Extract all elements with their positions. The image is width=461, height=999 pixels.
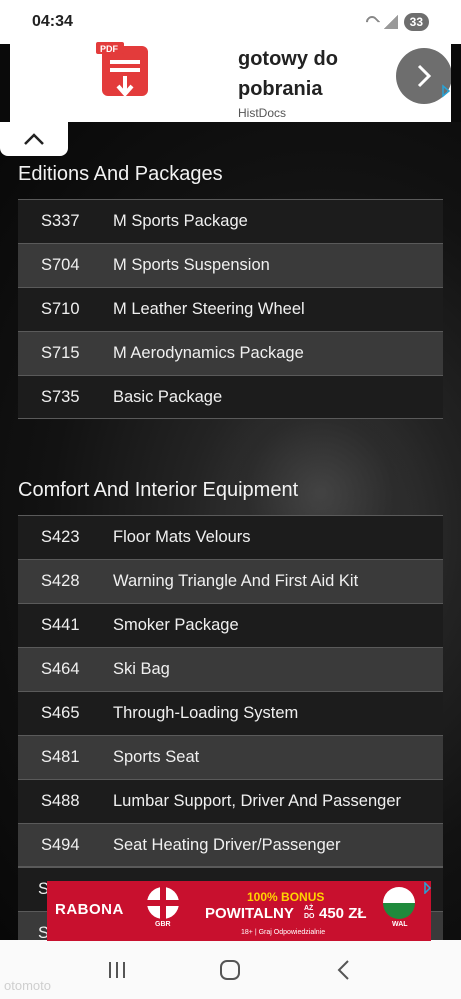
option-code: S441: [41, 616, 80, 634]
ad-upto-line1: AŻ: [304, 905, 314, 912]
option-name: Ski Bag: [113, 660, 170, 678]
table-row[interactable]: S710 M Leather Steering Wheel: [18, 287, 443, 331]
option-code: S428: [41, 572, 80, 590]
ad-legal-text: 18+ | Graj Odpowiedzialnie: [241, 929, 326, 936]
option-name: Lumbar Support, Driver And Passenger: [113, 792, 401, 810]
option-name: Seat Heating Driver/Passenger: [113, 835, 341, 854]
section-title-editions: Editions And Packages: [18, 163, 223, 185]
ad-upto-text: AŻ DO: [304, 905, 315, 921]
option-name: M Sports Suspension: [113, 256, 270, 274]
table-row[interactable]: S494 Seat Heating Driver/Passenger: [18, 823, 443, 867]
flag-wal-icon: [383, 887, 415, 919]
collapse-tab[interactable]: [0, 122, 68, 156]
signal-icon: [383, 15, 398, 29]
ad-choices-icon[interactable]: [441, 84, 451, 98]
table-row[interactable]: S481 Sports Seat: [18, 735, 443, 779]
option-code: S337: [41, 212, 80, 230]
section-title-comfort: Comfort And Interior Equipment: [18, 479, 299, 501]
battery-badge: 33: [403, 13, 429, 31]
table-row[interactable]: S715 M Aerodynamics Package: [18, 331, 443, 375]
option-code: S710: [41, 300, 80, 318]
pdf-icon: PDF: [96, 42, 148, 98]
bottom-ad-banner[interactable]: RABONA GBR 100% BONUS POWITALNY AŻ DO 450…: [47, 881, 431, 941]
flag-gbr-icon: [147, 887, 179, 919]
back-icon[interactable]: [333, 959, 355, 981]
option-name: M Aerodynamics Package: [113, 344, 304, 362]
option-name: Smoker Package: [113, 616, 239, 634]
table-row[interactable]: S337 M Sports Package: [18, 199, 443, 243]
table-row[interactable]: S704 M Sports Suspension: [18, 243, 443, 287]
chevron-right-icon: [417, 64, 432, 88]
recent-apps-icon[interactable]: [106, 961, 128, 979]
ad-upto-line2: DO: [304, 913, 315, 920]
option-code: S715: [41, 344, 80, 362]
option-code: S488: [41, 792, 80, 810]
table-row[interactable]: S428 Warning Triangle And First Aid Kit: [18, 559, 443, 603]
option-code: S481: [41, 748, 80, 766]
option-code: S704: [41, 256, 80, 274]
ad-choices-icon[interactable]: [423, 882, 432, 894]
ad-amount-text: 450 ZŁ: [319, 905, 367, 922]
table-row[interactable]: S465 Through-Loading System: [18, 691, 443, 735]
option-name: M Sports Package: [113, 212, 248, 230]
navigation-bar: [0, 940, 461, 999]
option-code: S464: [41, 660, 80, 678]
comfort-table: S423 Floor Mats Velours S428 Warning Trian…: [18, 515, 443, 867]
pdf-label: PDF: [100, 44, 119, 54]
status-bar: 04:34 33: [0, 0, 461, 44]
option-name: Floor Mats Velours: [113, 528, 251, 546]
ad-bonus-text: 100% BONUS: [247, 890, 325, 904]
option-code: S494: [41, 835, 80, 854]
top-ad-source: HistDocs: [238, 106, 287, 120]
wifi-icon: [363, 13, 381, 31]
chevron-up-icon: [24, 133, 44, 145]
table-row[interactable]: S441 Smoker Package: [18, 603, 443, 647]
option-code: S423: [41, 528, 80, 546]
flag-wal-label: WAL: [392, 921, 408, 928]
status-icons: 33: [363, 13, 429, 31]
watermark: otomoto: [4, 978, 51, 993]
top-ad-banner[interactable]: PDF gotowy do pobrania HistDocs: [10, 42, 451, 122]
home-icon[interactable]: [219, 959, 241, 981]
editions-table: S337 M Sports Package S704 M Sports Suspen…: [18, 199, 443, 419]
option-name: Basic Package: [113, 387, 223, 406]
option-name: Sports Seat: [113, 748, 200, 766]
table-row[interactable]: S488 Lumbar Support, Driver And Passenger: [18, 779, 443, 823]
table-row[interactable]: S464 Ski Bag: [18, 647, 443, 691]
option-name: M Leather Steering Wheel: [113, 300, 305, 318]
status-time: 04:34: [32, 13, 73, 30]
option-code: S465: [41, 704, 80, 722]
ad-brand-logo: RABONA: [55, 901, 124, 918]
flag-gbr-label: GBR: [155, 921, 171, 928]
option-name: Through-Loading System: [113, 704, 299, 722]
table-row[interactable]: S423 Floor Mats Velours: [18, 515, 443, 559]
top-ad-title[interactable]: gotowy do pobrania: [238, 44, 398, 104]
table-row[interactable]: S735 Basic Package: [18, 375, 443, 419]
ad-welcome-text: POWITALNY: [205, 905, 294, 922]
option-name: Warning Triangle And First Aid Kit: [113, 572, 359, 590]
option-code: S735: [41, 387, 80, 406]
options-content[interactable]: Editions And Packages S337 M Sports Packa…: [0, 122, 461, 940]
